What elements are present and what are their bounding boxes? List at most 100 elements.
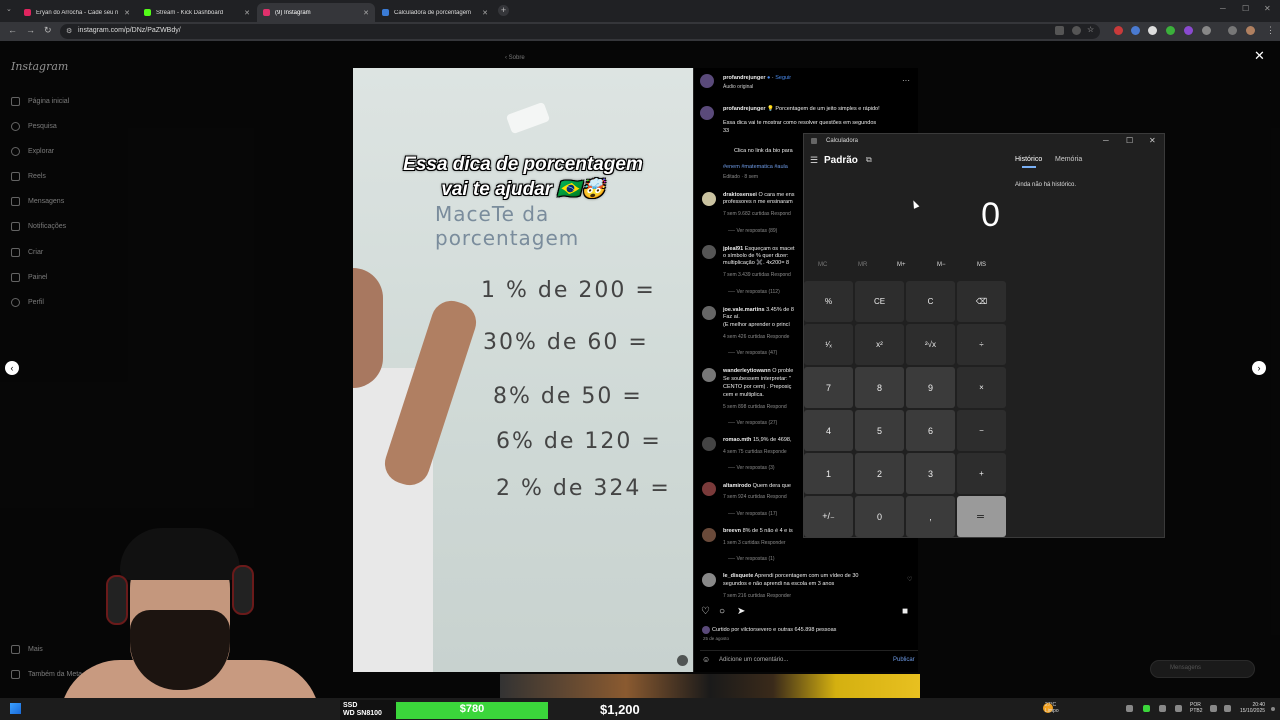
extension-icon[interactable] <box>1131 26 1140 35</box>
commenter-avatar[interactable] <box>702 482 716 496</box>
commenter-avatar[interactable] <box>702 573 716 587</box>
nine-button[interactable]: 9 <box>906 367 955 408</box>
view-replies[interactable]: ── Ver respostas (1) <box>728 556 775 562</box>
save-icon[interactable]: ■ <box>902 606 908 617</box>
five-button[interactable]: 5 <box>855 410 904 451</box>
close-tab-icon[interactable]: ✕ <box>244 9 250 17</box>
hamburger-menu-icon[interactable]: ☰ <box>810 155 818 166</box>
clock[interactable]: 20:40 15/10/2025 <box>1240 702 1265 714</box>
close-tab-icon[interactable]: ✕ <box>363 9 369 17</box>
comment-input[interactable]: Adicione um comentário... <box>719 657 788 663</box>
follow-button[interactable]: Seguir <box>775 75 791 81</box>
windows-start-icon[interactable] <box>10 703 21 714</box>
two-button[interactable]: 2 <box>855 453 904 494</box>
bookmark-star-icon[interactable]: ☆ <box>1087 25 1094 34</box>
square-button[interactable]: x² <box>855 324 904 365</box>
downloads-icon[interactable] <box>1228 26 1237 35</box>
reload-icon[interactable]: ↻ <box>44 25 52 36</box>
m-minus-button[interactable]: M− <box>937 262 946 268</box>
zoom-icon[interactable] <box>1072 26 1081 35</box>
extension-icon[interactable] <box>1114 26 1123 35</box>
mc-button[interactable]: MC <box>818 262 827 268</box>
view-replies[interactable]: ── Ver respostas (47) <box>728 350 777 356</box>
emoji-icon[interactable]: ☺ <box>702 655 710 664</box>
view-replies[interactable]: ── Ver respostas (27) <box>728 420 777 426</box>
memory-tab[interactable]: Memória <box>1055 156 1082 163</box>
mute-icon[interactable] <box>677 655 688 666</box>
extensions-puzzle-icon[interactable] <box>1202 26 1211 35</box>
negate-button[interactable]: +/₋ <box>804 496 853 537</box>
keep-on-top-icon[interactable]: ⧉ <box>866 155 872 165</box>
audio-label[interactable]: Áudio original <box>723 84 753 90</box>
extension-icon[interactable] <box>1166 26 1175 35</box>
tray-app-icon[interactable] <box>1143 705 1150 712</box>
chevron-up-icon[interactable] <box>1126 705 1133 712</box>
forward-icon[interactable]: → <box>26 25 35 35</box>
speaker-icon[interactable] <box>1175 705 1182 712</box>
view-replies[interactable]: ── Ver respostas (17) <box>728 511 777 517</box>
language-indicator[interactable]: POR PTB2 <box>1190 702 1203 714</box>
menu-kebab-icon[interactable]: ⋮ <box>1266 25 1275 36</box>
commenter-avatar[interactable] <box>702 437 716 451</box>
wifi-icon[interactable] <box>1210 705 1217 712</box>
close-tab-icon[interactable]: ✕ <box>124 9 130 17</box>
backspace-button[interactable]: ⌫ <box>957 281 1006 322</box>
ce-button[interactable]: CE <box>855 281 904 322</box>
likes-count[interactable]: Curtido por vilctorsevero e outras 645.8… <box>712 627 836 633</box>
view-replies[interactable]: ── Ver respostas (112) <box>728 289 780 295</box>
install-icon[interactable] <box>1055 26 1064 35</box>
author-avatar[interactable] <box>700 106 714 120</box>
author-avatar[interactable] <box>700 74 714 88</box>
share-icon[interactable]: ➤ <box>737 606 745 617</box>
mr-button[interactable]: MR <box>858 262 867 268</box>
commenter-avatar[interactable] <box>702 192 716 206</box>
view-replies[interactable]: ── Ver respostas (89) <box>728 228 777 234</box>
maximize-icon[interactable]: ☐ <box>1242 4 1249 13</box>
notification-icon[interactable] <box>1271 707 1275 711</box>
liker-avatar[interactable] <box>702 626 710 634</box>
tab-eryan[interactable]: Eryan do Arrocha - Cadê seu n ✕ <box>18 3 136 22</box>
equals-button[interactable]: = <box>957 496 1006 537</box>
multiply-button[interactable]: × <box>957 367 1006 408</box>
extension-icon[interactable] <box>1184 26 1193 35</box>
next-post-button[interactable]: › <box>1252 361 1266 375</box>
address-bar[interactable] <box>60 24 1100 39</box>
four-button[interactable]: 4 <box>804 410 853 451</box>
plus-button[interactable]: + <box>957 453 1006 494</box>
tab-search-icon[interactable]: ⌄ <box>6 5 12 13</box>
extension-icon[interactable] <box>1148 26 1157 35</box>
publish-button[interactable]: Publicar <box>893 657 915 663</box>
weather-widget[interactable]: 27°C Limpo <box>1045 702 1059 714</box>
m-plus-button[interactable]: M+ <box>897 262 906 268</box>
previous-post-button[interactable]: ‹ <box>5 361 19 375</box>
commenter-avatar[interactable] <box>702 368 716 382</box>
reel-video[interactable]: MaceTe da porcentagem 1 % de 200 = 30% d… <box>353 68 693 672</box>
decimal-button[interactable]: , <box>906 496 955 537</box>
seven-button[interactable]: 7 <box>804 367 853 408</box>
tab-instagram[interactable]: (9) Instagram ✕ <box>257 3 375 22</box>
url-text[interactable]: instagram.com/p/DNz/PaZWBdy/ <box>78 27 181 34</box>
battery-icon[interactable] <box>1224 705 1231 712</box>
zero-button[interactable]: 0 <box>855 496 904 537</box>
three-button[interactable]: 3 <box>906 453 955 494</box>
six-button[interactable]: 6 <box>906 410 955 451</box>
messages-pill[interactable] <box>1150 660 1255 678</box>
back-label[interactable]: ‹ Sobre <box>505 55 525 61</box>
maximize-icon[interactable]: ☐ <box>1126 136 1133 145</box>
network-icon[interactable] <box>1159 705 1166 712</box>
minimize-icon[interactable]: ─ <box>1103 136 1109 145</box>
close-modal-icon[interactable]: ✕ <box>1254 48 1265 64</box>
minus-button[interactable]: − <box>957 410 1006 451</box>
one-button[interactable]: 1 <box>804 453 853 494</box>
commenter-avatar[interactable] <box>702 245 716 259</box>
tab-calculadora[interactable]: Calculadora de porcentagem ✕ <box>376 3 494 22</box>
c-button[interactable]: C <box>906 281 955 322</box>
minimize-icon[interactable]: ─ <box>1220 4 1226 13</box>
view-replies[interactable]: ── Ver respostas (3) <box>728 465 775 471</box>
hashtags[interactable]: #enem #matematica #aula <box>723 164 788 171</box>
tab-kick[interactable]: Stream - Kick Dashboard ✕ <box>138 3 256 22</box>
comment-icon[interactable]: ○ <box>719 606 725 617</box>
more-options-icon[interactable]: ··· <box>902 76 910 85</box>
new-tab-button[interactable]: + <box>498 5 509 16</box>
close-window-icon[interactable]: ✕ <box>1264 4 1271 13</box>
